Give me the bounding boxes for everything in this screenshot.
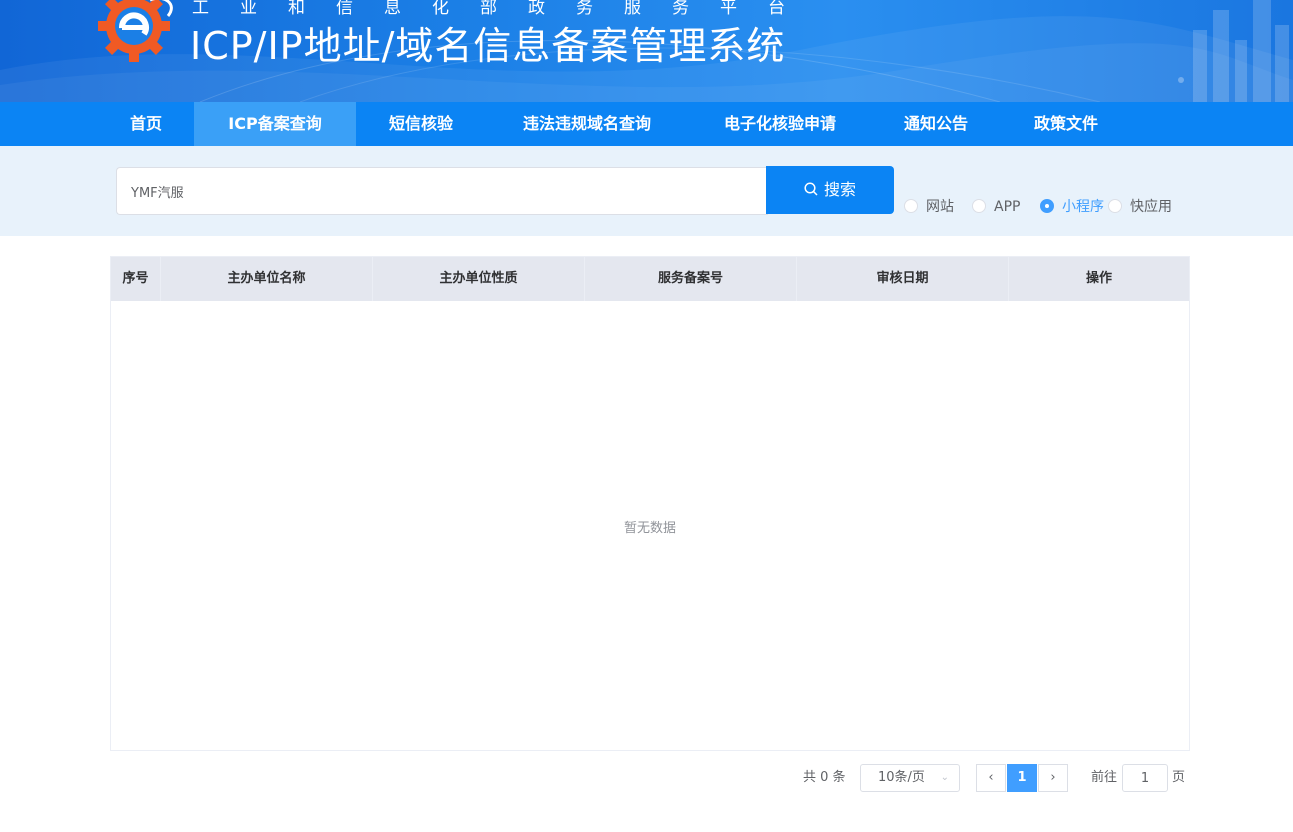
table-header: 序号 主办单位名称 主办单位性质 服务备案号 审核日期 操作 <box>111 257 1189 301</box>
prev-page-button[interactable]: ‹ <box>976 764 1006 792</box>
platform-subtitle: 工业和信息化部政务服务平台 <box>192 0 816 18</box>
nav-item-e-verify[interactable]: 电子化核验申请 <box>702 102 858 146</box>
radio-quick-app[interactable]: 快应用 <box>1108 198 1172 216</box>
results-table: 序号 主办单位名称 主办单位性质 服务备案号 审核日期 操作 暂无数据 <box>110 256 1190 751</box>
header-banner: 工业和信息化部政务服务平台 ICP/IP地址/域名信息备案管理系统 <box>0 0 1293 102</box>
city-skyline-decoration <box>1178 0 1289 102</box>
page-size-select[interactable]: 10条/页 ⌄ <box>860 764 960 792</box>
column-header-record-number: 服务备案号 <box>585 257 797 301</box>
nav-item-icp-query[interactable]: ICP备案查询 <box>194 102 356 146</box>
radio-mini-program[interactable]: 小程序 <box>1040 198 1104 216</box>
search-button-label: 搜索 <box>823 180 856 199</box>
radio-circle-icon <box>1108 198 1122 213</box>
pagination-total: 共 0 条 <box>803 770 846 785</box>
column-header-index: 序号 <box>111 257 161 301</box>
goto-suffix-label: 页 <box>1172 770 1186 785</box>
logo-icon <box>98 0 173 62</box>
column-header-audit-date: 审核日期 <box>797 257 1009 301</box>
chevron-right-icon: › <box>1050 770 1056 785</box>
goto-label: 前往 <box>1091 770 1118 785</box>
nav-item-home[interactable]: 首页 <box>110 102 182 146</box>
page-title: ICP/IP地址/域名信息备案管理系统 <box>190 24 786 68</box>
nav-item-illegal-domain[interactable]: 违法违规域名查询 <box>500 102 674 146</box>
radio-checked-icon <box>1040 198 1054 213</box>
column-header-org-type: 主办单位性质 <box>373 257 585 301</box>
radio-website[interactable]: 网站 <box>904 198 954 216</box>
chevron-down-icon: ⌄ <box>940 772 949 783</box>
nav-item-policy[interactable]: 政策文件 <box>1016 102 1116 146</box>
page-number-button[interactable]: 1 <box>1007 764 1037 792</box>
search-icon <box>804 182 818 196</box>
search-button[interactable]: 搜索 <box>766 166 894 214</box>
radio-circle-icon <box>972 198 986 213</box>
radio-circle-icon <box>904 198 918 213</box>
main-nav: 首页 ICP备案查询 短信核验 违法违规域名查询 电子化核验申请 通知公告 政策… <box>0 102 1293 146</box>
goto-page-input[interactable] <box>1122 764 1168 792</box>
next-page-button[interactable]: › <box>1038 764 1068 792</box>
nav-item-notices[interactable]: 通知公告 <box>886 102 986 146</box>
search-section: 搜索 网站 APP 小程序 快应用 <box>0 146 1293 236</box>
radio-app[interactable]: APP <box>972 198 1020 216</box>
radio-label: 网站 <box>926 199 954 215</box>
radio-label: APP <box>994 199 1021 215</box>
radio-label: 小程序 <box>1062 199 1104 215</box>
column-header-org-name: 主办单位名称 <box>161 257 373 301</box>
column-header-actions: 操作 <box>1085 271 1112 286</box>
radio-label: 快应用 <box>1130 199 1172 215</box>
empty-state-text: 暂无数据 <box>623 521 676 536</box>
nav-item-sms-verify[interactable]: 短信核验 <box>370 102 472 146</box>
search-input[interactable] <box>116 167 768 215</box>
page-size-value: 10条/页 <box>878 770 925 785</box>
chevron-left-icon: ‹ <box>988 770 994 785</box>
